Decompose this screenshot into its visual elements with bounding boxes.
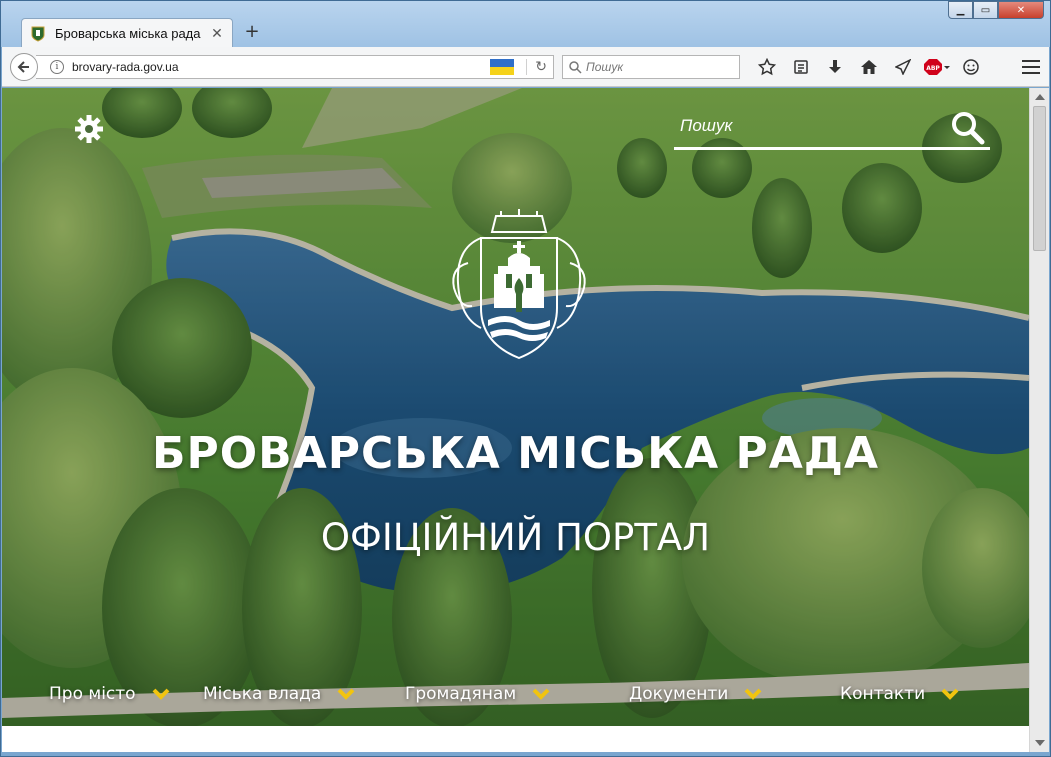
window-controls: ▁ ▭ ✕ [948, 1, 1044, 19]
coat-of-arms-favicon-icon [31, 26, 45, 42]
bookmark-star-icon[interactable] [750, 53, 784, 81]
close-button[interactable]: ✕ [998, 1, 1044, 19]
nav-item-contacts[interactable]: Контакти [840, 684, 959, 704]
browser-search-bar[interactable] [562, 55, 740, 79]
magnifier-icon [569, 60, 582, 74]
site-search [674, 108, 990, 150]
nav-label: Про місто [49, 684, 136, 704]
page-viewport: БРОВАРСЬКА МІСЬКА РАДА ОФІЦІЙНИЙ ПОРТАЛ … [2, 88, 1029, 752]
site-search-input[interactable] [680, 116, 940, 136]
reading-list-icon[interactable] [784, 53, 818, 81]
chevron-down-icon [337, 688, 355, 700]
hamburger-menu-icon[interactable] [1021, 57, 1041, 77]
new-tab-button[interactable]: + [241, 21, 263, 43]
browser-search-input[interactable] [586, 60, 726, 74]
site-info-icon[interactable]: i [50, 60, 64, 74]
hero-section: БРОВАРСЬКА МІСЬКА РАДА ОФІЦІЙНИЙ ПОРТАЛ … [2, 88, 1029, 726]
maximize-button[interactable]: ▭ [973, 1, 998, 19]
url-text[interactable]: brovary-rada.gov.ua [72, 60, 490, 74]
nav-label: Громадянам [405, 684, 517, 704]
back-button[interactable] [10, 53, 38, 81]
chevron-down-icon [744, 688, 762, 700]
send-icon[interactable] [886, 53, 920, 81]
page-content-start [2, 726, 1029, 752]
url-bar[interactable]: i brovary-rada.gov.ua ↻ [36, 55, 554, 79]
title-bar: Броварська міська рада ✕ + ▁ ▭ ✕ [1, 1, 1050, 48]
nav-label: Документи [629, 684, 729, 704]
browser-navbar: i brovary-rada.gov.ua ↻ Пошук ABP [2, 47, 1049, 87]
nav-item-city-government[interactable]: Міська влада [203, 684, 355, 704]
search-icon[interactable] [950, 110, 986, 146]
adblock-icon[interactable]: ABP [920, 53, 954, 81]
main-navigation: Про місто Міська влада Громадянам Докуме… [2, 684, 1029, 714]
nav-item-about-city[interactable]: Про місто [49, 684, 170, 704]
site-subtitle: ОФІЦІЙНИЙ ПОРТАЛ [320, 516, 711, 559]
settings-gear-icon[interactable] [74, 114, 104, 144]
nav-label: Міська влада [203, 684, 322, 704]
park-lake-background-image [2, 88, 1029, 726]
scroll-up-arrow-icon[interactable] [1035, 94, 1045, 100]
scrollbar-thumb[interactable] [1033, 106, 1046, 251]
minimize-button[interactable]: ▁ [948, 1, 973, 19]
chevron-down-icon [941, 688, 959, 700]
browser-window: Броварська міська рада ✕ + ▁ ▭ ✕ i brova… [0, 0, 1051, 757]
city-coat-of-arms-logo [452, 209, 586, 360]
vertical-scrollbar[interactable] [1029, 88, 1049, 752]
site-title: БРОВАРСЬКА МІСЬКА РАДА [151, 428, 880, 479]
nav-item-citizens[interactable]: Громадянам [405, 684, 550, 704]
reload-icon[interactable]: ↻ [535, 59, 547, 75]
browser-tab[interactable]: Броварська міська рада ✕ [21, 18, 233, 48]
tab-title: Броварська міська рада [55, 26, 201, 41]
chevron-down-icon [532, 688, 550, 700]
svg-text:ABP: ABP [926, 65, 940, 72]
url-separator [526, 59, 528, 75]
toolbar-icons: ABP [750, 53, 988, 81]
ukraine-flag-icon [490, 59, 515, 75]
download-icon[interactable] [818, 53, 852, 81]
home-icon[interactable] [852, 53, 886, 81]
tab-close-icon[interactable]: ✕ [210, 27, 224, 41]
nav-item-documents[interactable]: Документи [629, 684, 762, 704]
back-arrow-icon [17, 61, 29, 73]
chevron-down-icon [152, 688, 169, 700]
scroll-down-arrow-icon[interactable] [1035, 740, 1045, 746]
emoji-icon[interactable] [954, 53, 988, 81]
nav-label: Контакти [840, 684, 926, 704]
